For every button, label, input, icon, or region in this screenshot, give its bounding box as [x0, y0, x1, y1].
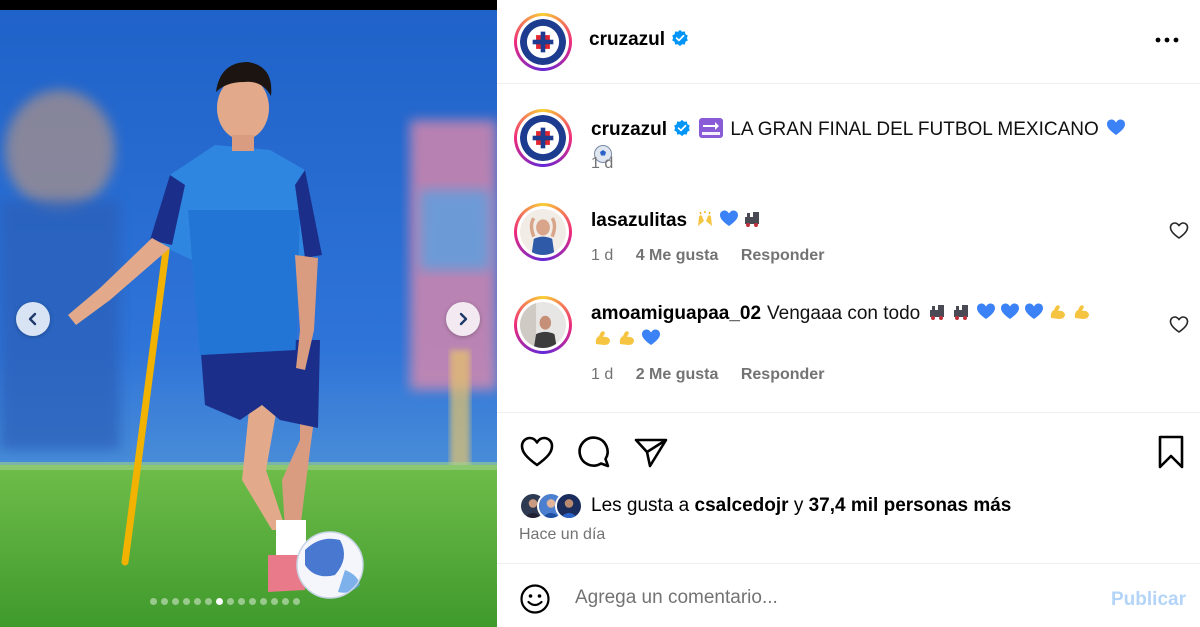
save-bookmark-icon[interactable] — [1153, 434, 1189, 470]
comment-like-heart-icon[interactable] — [1169, 221, 1189, 241]
carousel-dot — [205, 598, 212, 605]
comment-input[interactable] — [575, 583, 1095, 613]
carousel-next-button[interactable] — [446, 302, 480, 336]
carousel-dot — [271, 598, 278, 605]
locomotive-emoji-icon — [745, 212, 760, 227]
publish-button[interactable]: Publicar — [1111, 589, 1186, 611]
blue-heart-emoji-icon — [1024, 303, 1043, 319]
comment-time[interactable]: 1 d — [591, 366, 613, 383]
raised-hands-emoji-icon — [698, 211, 713, 226]
author-username-row[interactable]: cruzazul — [589, 29, 689, 51]
liker-username[interactable]: csalcedojr — [695, 495, 789, 516]
post-actions: Les gusta a csalcedojr y 37,4 mil person… — [497, 414, 1200, 564]
comment-likes[interactable]: 4 Me gusta — [636, 247, 719, 264]
post-side-panel: cruzazul cruzazul LA GRAN FINAL DEL FUTB… — [497, 0, 1200, 627]
carousel-dot — [293, 598, 300, 605]
carousel-previous-button[interactable] — [16, 302, 50, 336]
post-timestamp[interactable]: Hace un día — [519, 526, 605, 544]
liker-avatar[interactable] — [555, 492, 583, 520]
comment-username[interactable]: lasazulitas — [591, 210, 687, 231]
flexed-biceps-emoji-icon — [619, 331, 634, 345]
carousel-dot — [161, 598, 168, 605]
carousel-dot — [227, 598, 234, 605]
chevron-left-icon — [28, 312, 37, 326]
comment-time[interactable]: 1 d — [591, 247, 613, 264]
add-comment-bar: Publicar — [497, 565, 1200, 627]
chevron-right-icon — [459, 312, 468, 326]
blue-heart-emoji-icon — [1000, 303, 1019, 319]
comment-reply-button[interactable]: Responder — [741, 247, 825, 264]
comment-likes[interactable]: 2 Me gusta — [636, 366, 719, 383]
comment-username[interactable]: amoamiguapaa_02 — [591, 303, 761, 324]
caption-time[interactable]: 1 d — [591, 155, 613, 172]
cruz-azul-crest-icon — [520, 115, 566, 161]
comment-reply-button[interactable]: Responder — [741, 366, 825, 383]
author-avatar[interactable] — [514, 13, 572, 71]
caption-message: LA GRAN FINAL DEL FUTBOL MEXICANO — [730, 119, 1099, 140]
carousel-dot — [282, 598, 289, 605]
comment-bubble-icon[interactable] — [576, 434, 612, 470]
cruz-azul-crest-icon — [520, 19, 566, 65]
comment-avatar[interactable] — [514, 296, 572, 354]
comments-section: cruzazul LA GRAN FINAL DEL FUTBOL MEXICA… — [497, 85, 1200, 413]
comment-like-heart-icon[interactable] — [1169, 315, 1189, 335]
caption-username[interactable]: cruzazul — [591, 119, 667, 140]
carousel-dot — [216, 598, 223, 605]
blue-heart-emoji-icon — [1107, 119, 1126, 135]
likes-text: Les gusta a csalcedojr y 37,4 mil person… — [591, 495, 1011, 517]
soon-arrow-emoji-icon — [699, 118, 724, 138]
flexed-biceps-emoji-icon — [595, 331, 610, 345]
comment-meta: 1 d 2 Me gusta Responder — [591, 366, 842, 384]
user-photo-avatar — [520, 302, 566, 348]
carousel-dot — [238, 598, 245, 605]
carousel-dot — [172, 598, 179, 605]
caption-avatar[interactable] — [514, 109, 572, 167]
likes-others-link[interactable]: 37,4 mil personas más — [809, 495, 1012, 516]
locomotive-emoji-icon — [929, 305, 944, 320]
caption-text: cruzazul LA GRAN FINAL DEL FUTBOL MEXICA… — [591, 117, 1140, 169]
locomotive-emoji-icon — [953, 305, 968, 320]
carousel-dot — [249, 598, 256, 605]
blue-heart-emoji-icon — [642, 329, 660, 345]
blue-heart-emoji-icon — [720, 210, 739, 226]
likes-connector: y — [793, 495, 804, 516]
caption-meta: 1 d — [591, 155, 631, 173]
comment-meta: 1 d 4 Me gusta Responder — [591, 247, 842, 265]
media-top-bar — [0, 0, 497, 10]
comment-message: Vengaaa con todo — [767, 303, 921, 324]
carousel-dot — [194, 598, 201, 605]
carousel-indicators — [150, 598, 300, 605]
carousel-dot — [183, 598, 190, 605]
post-header: cruzazul — [497, 0, 1200, 84]
likes-summary: Les gusta a csalcedojr y 37,4 mil person… — [519, 492, 1011, 520]
flexed-biceps-emoji-icon — [1050, 305, 1065, 319]
comment-text: amoamiguapaa_02 Vengaaa con todo — [591, 301, 1140, 353]
author-username[interactable]: cruzazul — [589, 29, 665, 50]
verified-badge-icon — [674, 119, 690, 137]
carousel-dot — [260, 598, 267, 605]
more-options-icon[interactable] — [1153, 30, 1181, 50]
flexed-biceps-emoji-icon — [1074, 305, 1089, 319]
carousel-dot — [150, 598, 157, 605]
user-photo-avatar — [520, 209, 566, 255]
share-paper-plane-icon[interactable] — [633, 434, 669, 470]
likes-prefix: Les gusta a — [591, 495, 690, 516]
post-media — [0, 0, 497, 627]
comment-text: lasazulitas — [591, 208, 1140, 234]
like-heart-icon[interactable] — [519, 434, 555, 470]
blue-heart-emoji-icon — [976, 303, 995, 319]
emoji-smile-icon[interactable] — [519, 583, 551, 615]
verified-badge-icon — [672, 29, 688, 47]
post-photo — [0, 10, 497, 627]
comment-avatar[interactable] — [514, 203, 572, 261]
